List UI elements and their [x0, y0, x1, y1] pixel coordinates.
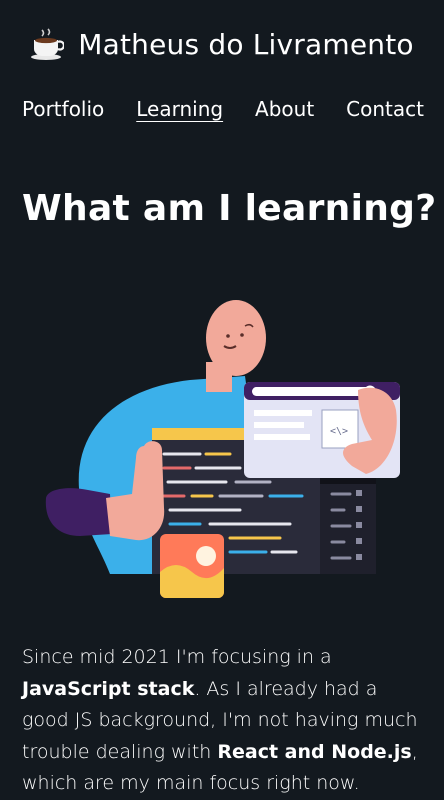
coffee-cup-icon — [31, 28, 65, 60]
react-node-highlight: React and Node.js — [217, 740, 412, 763]
svg-text:<\>: <\> — [330, 426, 348, 437]
site-title-link[interactable]: Matheus do Livramento — [78, 28, 413, 61]
developer-coding-illustration: <\> — [45, 300, 400, 598]
main-nav: Portfolio Learning About Contact — [22, 94, 424, 124]
intro-paragraph: Since mid 2021 I'm focusing in a JavaScr… — [22, 646, 418, 794]
javascript-stack-highlight: JavaScript stack — [22, 677, 195, 700]
nav-portfolio[interactable]: Portfolio — [22, 97, 104, 121]
nav-learning[interactable]: Learning — [136, 97, 223, 121]
page-title: What am I learning? — [22, 188, 437, 229]
nav-about[interactable]: About — [255, 97, 314, 121]
site-header: Matheus do Livramento — [0, 22, 444, 66]
nav-contact[interactable]: Contact — [346, 97, 424, 121]
